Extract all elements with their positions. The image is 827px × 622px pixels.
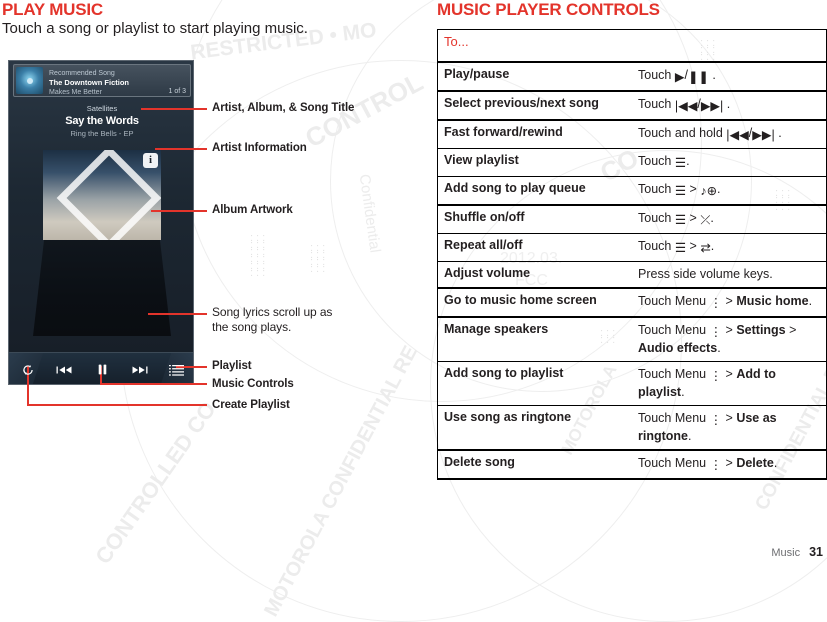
pause-icon[interactable] <box>83 353 120 384</box>
table-cell-steps: Touch ☰ > ⇄. <box>632 233 827 262</box>
table-row: Shuffle on/off Touch ☰ > ⤫. <box>437 205 827 234</box>
recommended-album-thumb-icon <box>16 67 43 94</box>
album-artwork-reflection <box>33 240 171 336</box>
previous-icon[interactable] <box>46 353 83 384</box>
table-row: Select previous/next song Touch |◀◀/▶▶| . <box>437 91 827 121</box>
play-music-section: PLAY MUSIC Touch a song or playlist to s… <box>0 0 432 565</box>
callout-line-album-artwork <box>151 210 207 212</box>
table-cell-action: Select previous/next song <box>437 91 632 121</box>
playlist-icon[interactable] <box>158 353 193 384</box>
table-cell-action: Go to music home screen <box>437 288 632 318</box>
section-subtitle: Touch a song or playlist to start playin… <box>2 20 308 37</box>
table-cell-action: Delete song <box>437 450 632 480</box>
footer-chapter: Music <box>771 547 801 559</box>
table-cell-action: Fast forward/rewind <box>437 120 632 149</box>
table-cell-steps: Touch ▶/❚❚ . <box>632 62 827 92</box>
table-row: Play/pause Touch ▶/❚❚ . <box>437 62 827 92</box>
next-icon[interactable] <box>121 353 158 384</box>
table-cell-action: Manage speakers <box>437 317 632 362</box>
callout-label-music-controls: Music Controls <box>212 378 294 390</box>
table-cell-steps: Touch Menu ⋮ > Settings > Audio effects. <box>632 317 827 362</box>
playlist-icon: ☰ <box>674 213 687 227</box>
callout-label-artist-information: Artist Information <box>212 142 307 154</box>
table-cell-steps: Touch Menu ⋮ > Add to playlist. <box>632 361 827 406</box>
add-song-icon: ♪⊕ <box>700 184 718 198</box>
callout-label-create-playlist: Create Playlist <box>212 399 290 411</box>
callout-line-create-playlist <box>27 404 207 406</box>
callout-line-artist-album-song <box>141 108 207 110</box>
callout-label-artist-album-song: Artist, Album, & Song Title <box>212 102 355 114</box>
table-cell-steps: Touch Menu ⋮ > Delete. <box>632 450 827 480</box>
playlist-icon: ☰ <box>674 156 687 170</box>
callout-label-playlist: Playlist <box>212 360 252 372</box>
menu-icon: ⋮ <box>709 296 723 310</box>
callout-label-song-lyrics: Song lyrics scroll up as the song plays. <box>212 305 333 334</box>
table-row: Manage speakers Touch Menu ⋮ > Settings >… <box>437 317 827 362</box>
play-icon: ▶ <box>674 70 685 84</box>
now-playing-song-title: Say the Words <box>65 115 139 127</box>
pause-icon: ❚❚ <box>687 70 709 84</box>
menu-icon: ⋮ <box>709 325 723 339</box>
table-header-cell: To... <box>437 29 827 63</box>
page-footer: Music 31 <box>771 545 823 559</box>
playlist-icon: ☰ <box>674 184 687 198</box>
recommended-artist: The Downtown Fiction <box>49 77 129 87</box>
next-icon: ▶▶| <box>752 128 775 142</box>
next-icon: ▶▶| <box>700 99 724 113</box>
table-row: Fast forward/rewind Touch and hold |◀◀/▶▶… <box>437 120 827 149</box>
table-cell-action: Add song to play queue <box>437 176 632 206</box>
table-cell-steps: Touch |◀◀/▶▶| . <box>632 91 827 121</box>
table-cell-action: View playlist <box>437 148 632 177</box>
footer-page-number: 31 <box>809 545 823 559</box>
table-row: Adjust volume Press side volume keys. <box>437 261 827 289</box>
table-cell-action: Play/pause <box>437 62 632 92</box>
music-controls-bar <box>9 352 193 384</box>
table-cell-steps: Touch and hold |◀◀/▶▶| . <box>632 120 827 149</box>
table-cell-steps: Touch Menu ⋮ > Music home. <box>632 288 827 318</box>
callout-line-song-lyrics <box>148 313 207 315</box>
page-title: PLAY MUSIC <box>2 0 103 19</box>
table-cell-action: Use song as ringtone <box>437 405 632 451</box>
table-cell-action: Shuffle on/off <box>437 205 632 234</box>
table-cell-action: Add song to playlist <box>437 361 632 406</box>
menu-icon: ⋮ <box>709 458 723 472</box>
section-title-music-player-controls: MUSIC PLAYER CONTROLS <box>437 0 660 19</box>
table-row: Repeat all/off Touch ☰ > ⇄. <box>437 233 827 262</box>
table-cell-action: Repeat all/off <box>437 233 632 262</box>
table-cell-steps: Press side volume keys. <box>632 261 827 289</box>
table-row: Use song as ringtone Touch Menu ⋮ > Use a… <box>437 405 827 451</box>
table-cell-steps: Touch ☰ > ♪⊕. <box>632 176 827 206</box>
recommended-song-banner[interactable]: Recommended Song The Downtown Fiction Ma… <box>13 64 191 97</box>
table-row: View playlist Touch ☰. <box>437 148 827 177</box>
recommended-counter: 1 of 3 <box>168 87 186 95</box>
table-cell-steps: Touch ☰. <box>632 148 827 177</box>
menu-icon: ⋮ <box>709 369 723 383</box>
repeat-icon: ⇄ <box>700 241 711 255</box>
playlist-icon: ☰ <box>674 241 687 255</box>
callout-line-artist-information <box>155 148 207 150</box>
music-player-controls-table: To... Play/pause Touch ▶/❚❚ . Select previ… <box>437 29 827 480</box>
table-row: Delete song Touch Menu ⋮ > Delete. <box>437 450 827 480</box>
album-artwork[interactable]: i <box>43 150 161 240</box>
table-row: Go to music home screen Touch Menu ⋮ > Mu… <box>437 288 827 318</box>
previous-icon: |◀◀ <box>674 99 698 113</box>
recommended-label: Recommended Song <box>49 69 115 77</box>
recommended-song-text: Recommended Song The Downtown Fiction Ma… <box>43 66 190 96</box>
artist-information-icon[interactable]: i <box>143 153 158 168</box>
now-playing-album: Ring the Bells - EP <box>70 129 134 138</box>
table-header-row: To... <box>437 29 827 63</box>
create-playlist-icon[interactable] <box>9 353 46 384</box>
table-row: Add song to play queue Touch ☰ > ♪⊕. <box>437 176 827 206</box>
table-row: Add song to playlist Touch Menu ⋮ > Add t… <box>437 361 827 406</box>
table-cell-action: Adjust volume <box>437 261 632 289</box>
callout-label-album-artwork: Album Artwork <box>212 204 293 216</box>
shuffle-icon: ⤫ <box>700 213 711 227</box>
menu-icon: ⋮ <box>709 413 723 427</box>
table-cell-steps: Touch ☰ > ⤫. <box>632 205 827 234</box>
table-cell-steps: Touch Menu ⋮ > Use as ringtone. <box>632 405 827 451</box>
previous-icon: |◀◀ <box>726 128 749 142</box>
